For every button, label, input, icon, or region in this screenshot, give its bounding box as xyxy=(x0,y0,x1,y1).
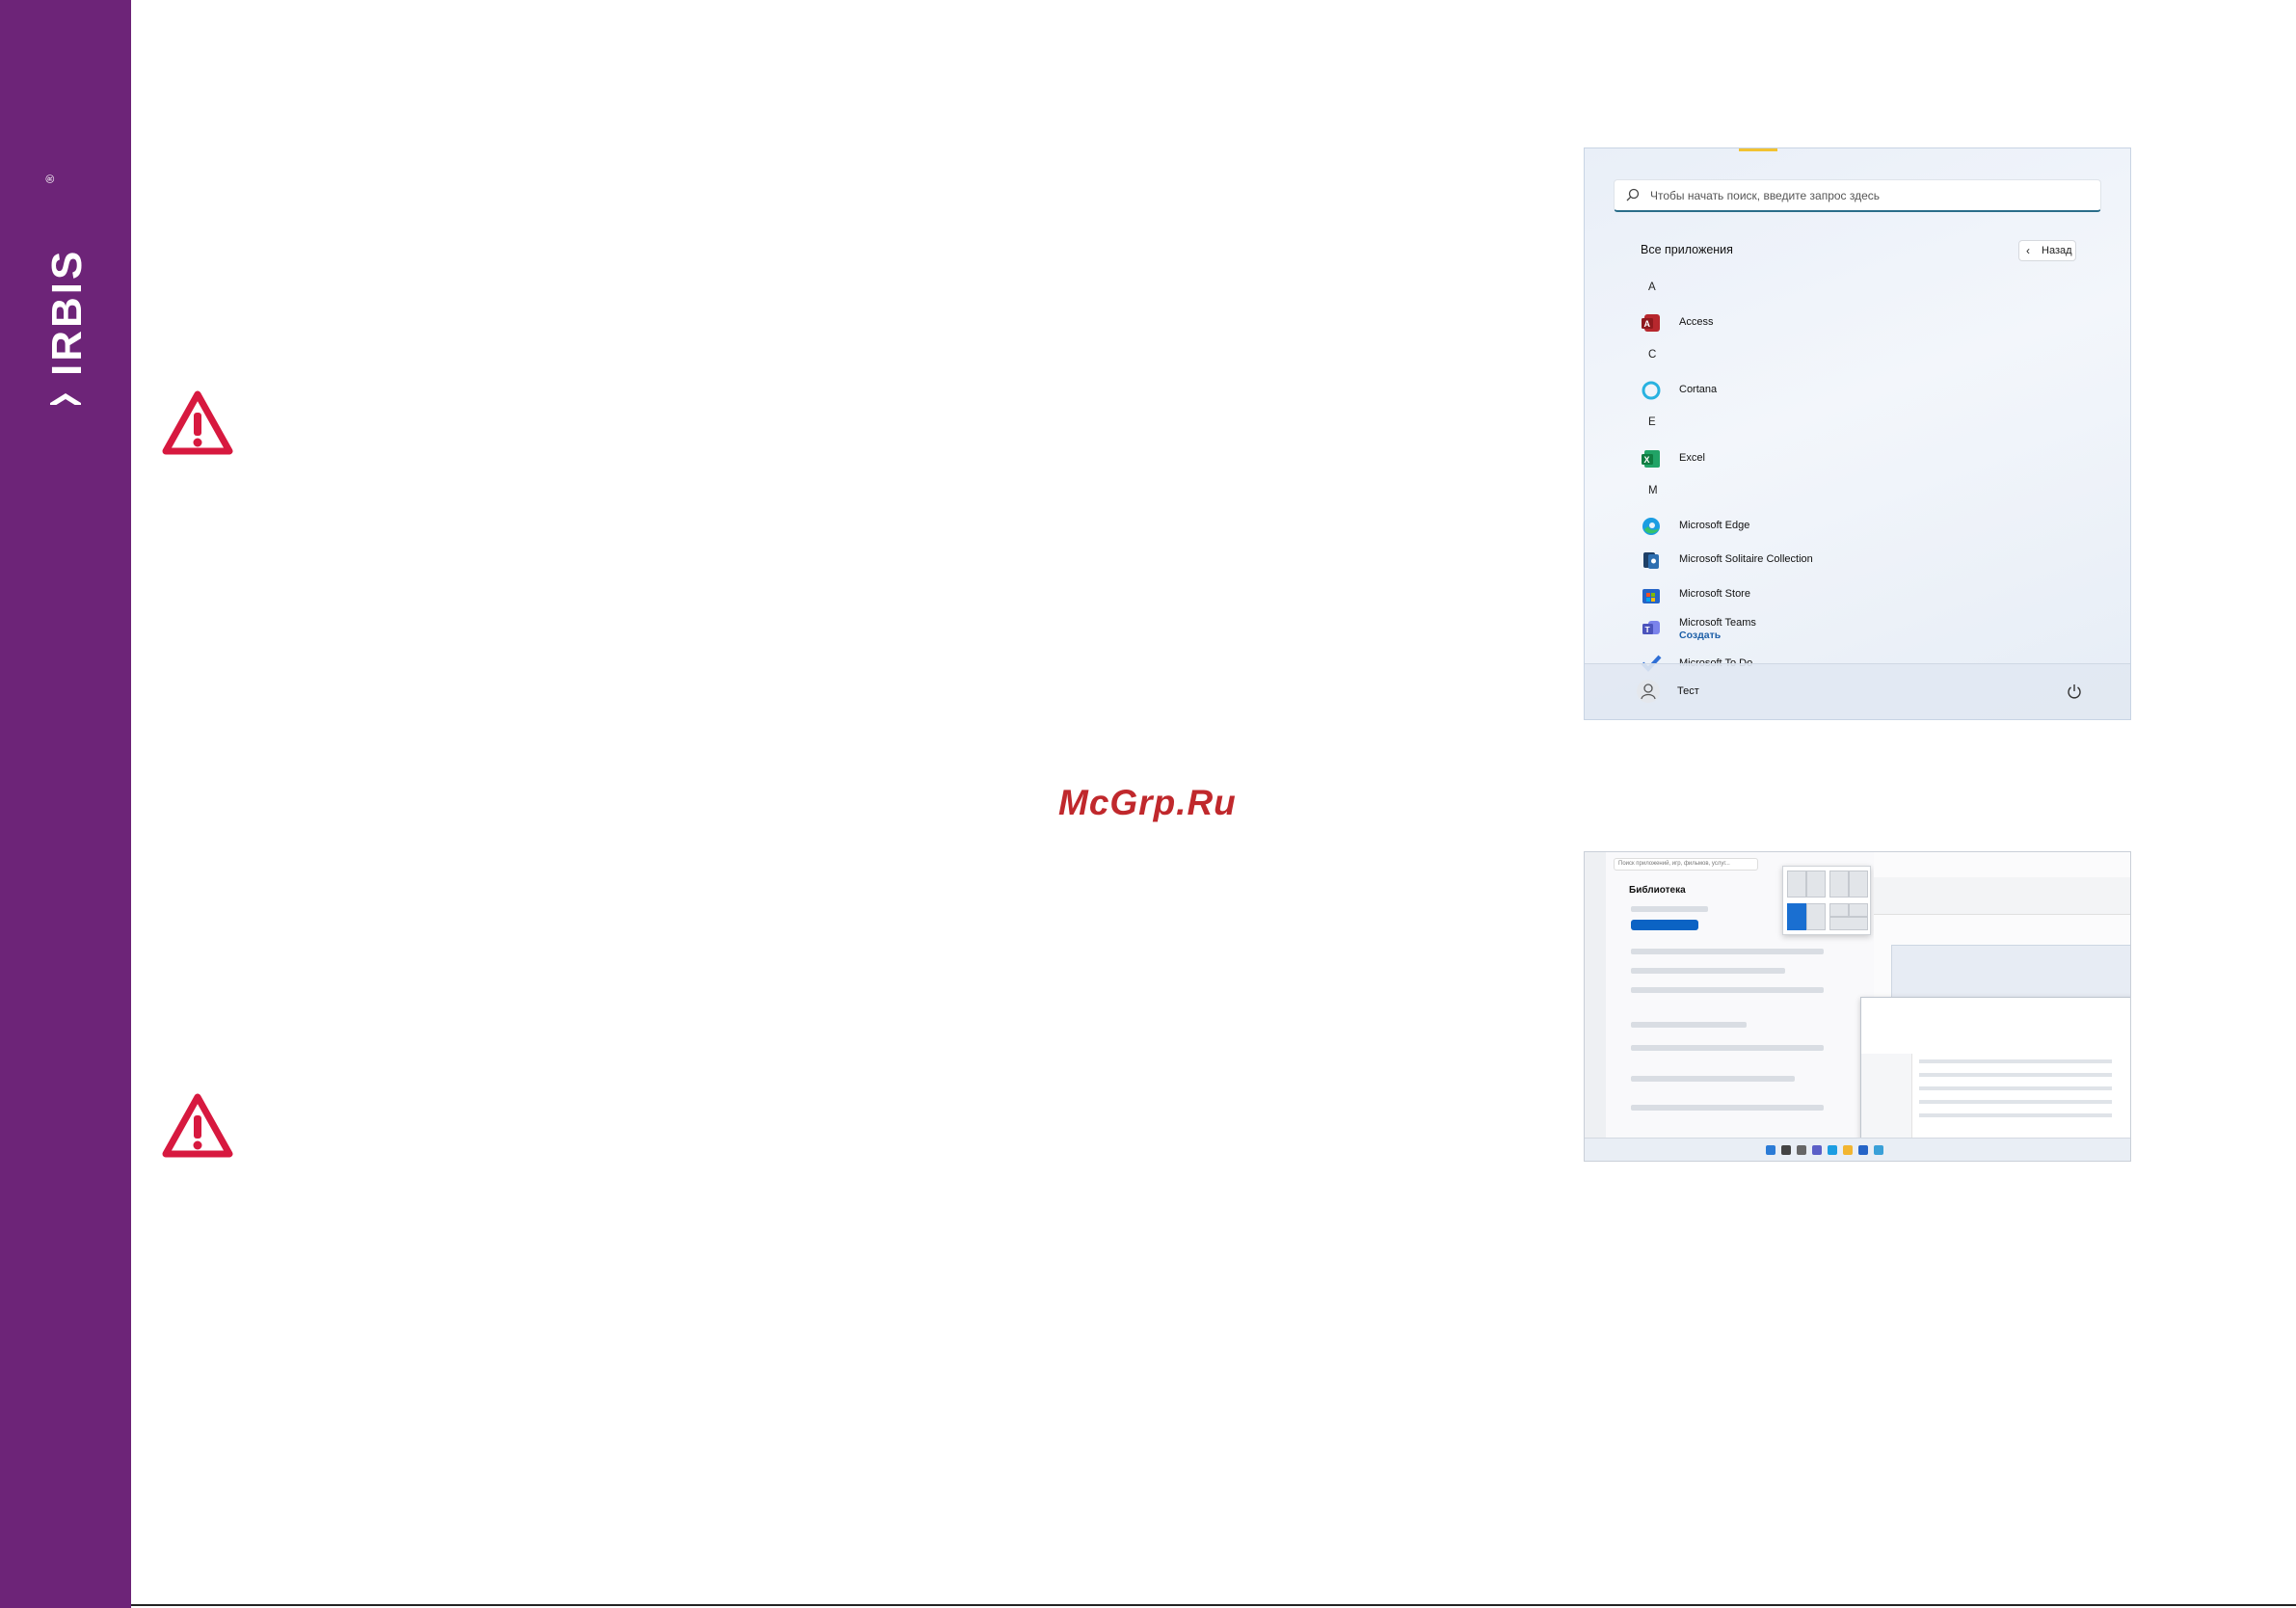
start-icon[interactable] xyxy=(1766,1145,1775,1155)
list-item xyxy=(1631,968,1785,974)
file-row[interactable] xyxy=(1919,1059,2112,1063)
paint-window xyxy=(1874,852,2130,1033)
paint-icon[interactable] xyxy=(1874,1145,1883,1155)
library-title: Библиотека xyxy=(1629,885,1686,896)
user-avatar[interactable] xyxy=(1637,680,1660,703)
app-item-access[interactable]: A Access xyxy=(1641,312,1949,334)
section-letter[interactable]: C xyxy=(1648,349,1656,361)
user-icon xyxy=(1641,683,1656,700)
explorer-nav-pane xyxy=(1861,1054,1912,1139)
store-icon xyxy=(1642,589,1660,603)
snap-cell[interactable] xyxy=(1829,903,1849,917)
file-row[interactable] xyxy=(1919,1113,2112,1117)
teams-icon: T xyxy=(1642,621,1660,634)
app-item-cortana[interactable]: Cortana xyxy=(1641,380,1949,401)
search-input[interactable]: Чтобы начать поиск, введите запрос здесь xyxy=(1614,179,2101,212)
task-view-icon[interactable] xyxy=(1797,1145,1806,1155)
user-name[interactable]: Тест xyxy=(1677,685,1699,697)
snap-cell[interactable] xyxy=(1806,871,1826,898)
app-subaction[interactable]: Создать xyxy=(1679,630,1721,641)
paint-toolbar xyxy=(1874,877,2130,915)
brand-sidebar: IRBIS ® xyxy=(0,0,131,1608)
app-name: Access xyxy=(1679,316,1714,328)
app-item-solitaire[interactable]: Microsoft Solitaire Collection xyxy=(1641,549,1949,571)
list-item xyxy=(1631,1045,1824,1051)
back-button-label: Назад xyxy=(2042,245,2072,256)
start-menu-screenshot: Чтобы начать поиск, введите запрос здесь… xyxy=(1584,147,2131,720)
file-row[interactable] xyxy=(1919,1100,2112,1104)
folder-icon[interactable] xyxy=(1843,1145,1853,1155)
list-item xyxy=(1631,1076,1795,1082)
power-icon[interactable] xyxy=(2067,683,2082,699)
snap-cell[interactable] xyxy=(1829,871,1849,898)
svg-text:A: A xyxy=(1644,319,1651,329)
app-item-edge[interactable]: Microsoft Edge xyxy=(1641,516,1949,537)
edge-icon xyxy=(1642,518,1660,535)
taskbar xyxy=(1585,1138,2130,1161)
search-icon xyxy=(1626,188,1640,201)
app-name: Microsoft Solitaire Collection xyxy=(1679,553,1813,565)
explorer-window xyxy=(1860,997,2130,1139)
section-letter[interactable]: E xyxy=(1648,416,1656,428)
store-nav-rail xyxy=(1585,852,1606,1138)
cortana-icon xyxy=(1642,381,1661,400)
all-apps-heading: Все приложения xyxy=(1641,243,1733,256)
snap-cell[interactable] xyxy=(1849,903,1868,917)
app-item-teams[interactable]: T Microsoft Teams Создать xyxy=(1641,617,1949,646)
logo-text: IRBIS xyxy=(43,249,91,376)
section-letter[interactable]: A xyxy=(1648,281,1656,293)
svg-text:X: X xyxy=(1644,455,1650,465)
edge-icon[interactable] xyxy=(1828,1145,1837,1155)
registered-mark: ® xyxy=(43,174,57,183)
start-footer: Тест xyxy=(1585,663,2130,719)
warning-icon xyxy=(162,1093,233,1158)
app-name: Cortana xyxy=(1679,384,1718,395)
file-row[interactable] xyxy=(1919,1086,2112,1090)
get-updates-button[interactable] xyxy=(1631,920,1698,930)
chevron-left-icon: ‹ xyxy=(2026,244,2030,257)
watermark: McGrp.Ru xyxy=(1058,783,1237,822)
snap-cell[interactable] xyxy=(1829,917,1868,930)
desktop-screenshot: Поиск приложений, игр, фильмов, услуг...… xyxy=(1584,851,2131,1162)
access-icon: A xyxy=(1642,314,1660,332)
snap-cell[interactable] xyxy=(1787,871,1806,898)
text-line xyxy=(1631,906,1708,912)
excel-icon: X xyxy=(1642,450,1660,468)
snap-cell-selected[interactable] xyxy=(1787,903,1806,930)
app-item-store[interactable]: Microsoft Store xyxy=(1641,584,1949,605)
back-button[interactable]: ‹ Назад xyxy=(2018,240,2076,261)
app-name: Microsoft Store xyxy=(1679,588,1750,600)
warning-icon xyxy=(162,390,233,455)
app-item-excel[interactable]: X Excel xyxy=(1641,448,1949,469)
search-placeholder: Чтобы начать поиск, введите запрос здесь xyxy=(1650,189,1881,202)
list-item xyxy=(1631,1105,1824,1111)
solitaire-icon xyxy=(1643,552,1659,569)
irbis-logo: IRBIS ® xyxy=(43,174,91,405)
snap-cell[interactable] xyxy=(1806,903,1826,930)
search-icon[interactable] xyxy=(1781,1145,1791,1155)
store-icon[interactable] xyxy=(1858,1145,1868,1155)
list-item xyxy=(1631,987,1824,993)
snap-layouts-popup xyxy=(1782,866,1871,935)
section-letter[interactable]: M xyxy=(1648,485,1658,496)
list-item xyxy=(1631,949,1824,954)
svg-text:T: T xyxy=(1645,625,1651,634)
teams-icon[interactable] xyxy=(1812,1145,1822,1155)
page-bottom-rule xyxy=(131,1604,2296,1606)
app-name: Microsoft Teams xyxy=(1679,617,1756,629)
list-item xyxy=(1631,1022,1747,1028)
file-row[interactable] xyxy=(1919,1073,2112,1077)
app-name: Excel xyxy=(1679,452,1705,464)
app-name: Microsoft Edge xyxy=(1679,520,1750,531)
snap-cell[interactable] xyxy=(1849,871,1868,898)
top-accent xyxy=(1739,148,1777,151)
store-search[interactable]: Поиск приложений, игр, фильмов, услуг... xyxy=(1614,858,1758,871)
